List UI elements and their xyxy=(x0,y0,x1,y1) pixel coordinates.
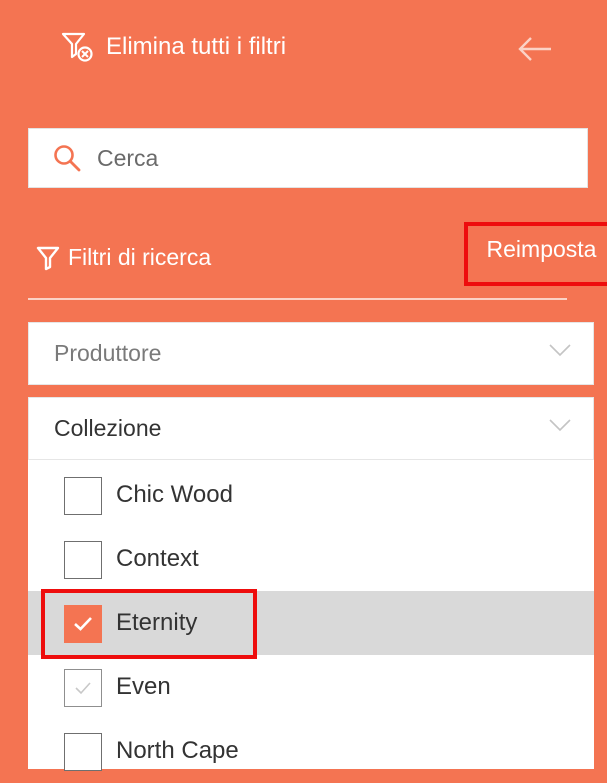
collection-option[interactable]: North Cape xyxy=(28,719,594,783)
collection-option[interactable]: Chic Wood xyxy=(28,463,594,527)
search-icon xyxy=(54,145,81,172)
search-filters-label: Filtri di ricerca xyxy=(68,244,212,270)
chevron-down-icon xyxy=(549,344,571,357)
collection-option-selected[interactable]: Eternity xyxy=(28,591,594,655)
filter-icon xyxy=(36,246,60,270)
search-filters-header: Filtri di ricerca Reimposta xyxy=(28,222,607,288)
arrow-left-icon[interactable] xyxy=(515,32,555,66)
checkmark-icon xyxy=(74,617,92,631)
producer-dropdown[interactable]: Produttore xyxy=(28,322,594,385)
checkbox[interactable] xyxy=(64,477,102,515)
collection-option-label: Even xyxy=(116,673,171,700)
search-filters-title: Filtri di ricerca xyxy=(36,244,211,271)
reset-button[interactable]: Reimposta xyxy=(464,222,607,286)
checkbox-checked[interactable] xyxy=(64,605,102,643)
clear-all-filters-label: Elimina tutti i filtri xyxy=(106,33,287,60)
collection-option[interactable]: Even xyxy=(28,655,594,719)
checkbox[interactable] xyxy=(64,669,102,707)
checkbox[interactable] xyxy=(64,733,102,771)
panel-header: Elimina tutti i filtri xyxy=(0,0,607,100)
filter-panel: Elimina tutti i filtri Filtri di ricerca… xyxy=(0,0,607,771)
divider xyxy=(28,298,567,300)
checkbox[interactable] xyxy=(64,541,102,579)
collection-option-label: Chic Wood xyxy=(116,481,233,508)
search-field[interactable] xyxy=(28,128,588,188)
collection-dropdown[interactable]: Collezione xyxy=(28,397,594,460)
collection-option-label: North Cape xyxy=(116,737,239,764)
clear-all-filters-button[interactable]: Elimina tutti i filtri xyxy=(60,30,286,64)
collection-dropdown-label: Collezione xyxy=(54,415,162,441)
filter-remove-icon xyxy=(61,32,93,62)
collection-option[interactable]: Context xyxy=(28,527,594,591)
chevron-down-icon xyxy=(549,419,571,432)
collection-option-label: Eternity xyxy=(116,609,198,636)
collection-options-list: Chic Wood Context Eternity Even North Ca… xyxy=(28,460,594,771)
checkmark-icon xyxy=(75,682,91,695)
collection-option-label: Context xyxy=(116,545,199,572)
search-input[interactable] xyxy=(95,143,559,173)
producer-dropdown-label: Produttore xyxy=(54,340,162,366)
